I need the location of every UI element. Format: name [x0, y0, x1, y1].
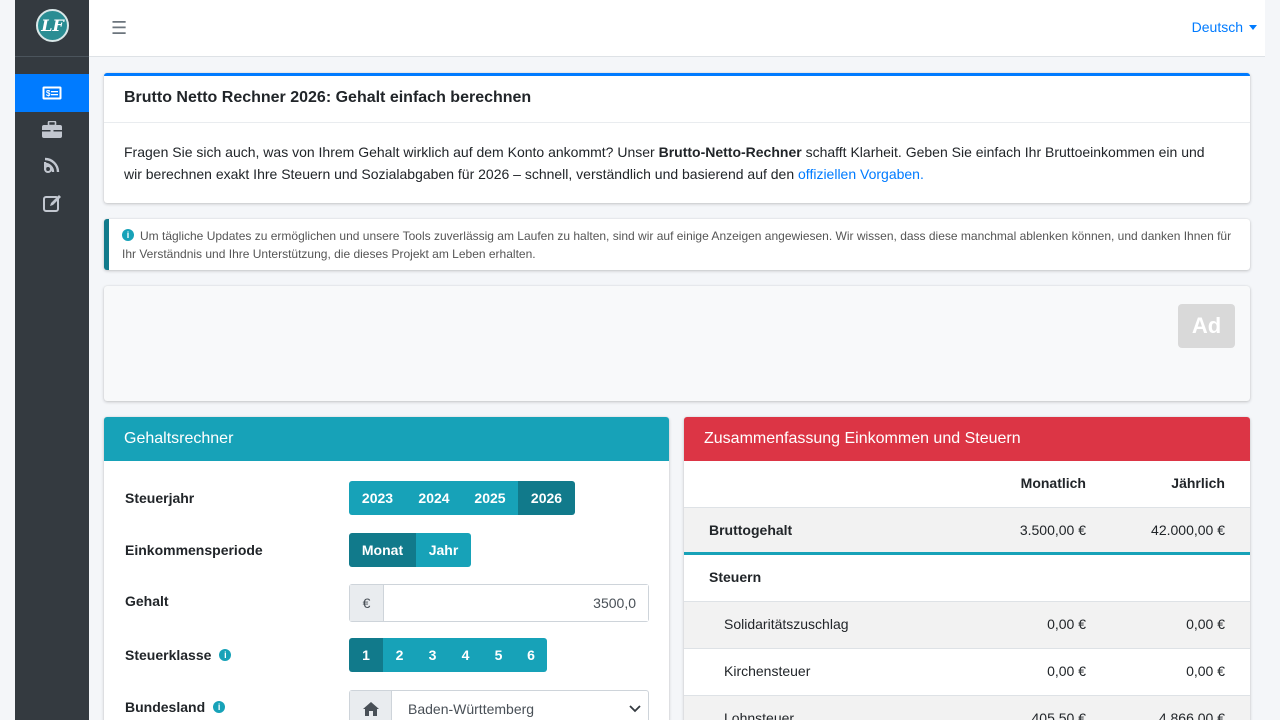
info-circle-icon[interactable]: i — [219, 649, 232, 661]
edit-icon — [42, 194, 61, 212]
ad-icon: Ad — [1178, 304, 1235, 348]
state-selected-value: Baden-Württemberg — [408, 701, 535, 717]
svg-text:$: $ — [46, 89, 51, 98]
briefcase-icon — [42, 120, 62, 138]
caret-down-icon — [1249, 24, 1257, 30]
row-yearly: 4.866,00 € — [1158, 710, 1225, 720]
chevron-down-icon — [622, 691, 648, 720]
home-icon — [350, 691, 392, 720]
salary-input-group: € — [349, 584, 649, 622]
table-row: Lohnsteuer 405,50 € 4.866,00 € — [684, 696, 1250, 720]
income-period-label: Einkommensperiode — [125, 542, 263, 558]
sidebar-item-salary-calculator[interactable]: $ — [15, 74, 89, 112]
ad-placeholder: Ad — [104, 286, 1250, 401]
blog-icon — [44, 157, 60, 173]
right-gutter — [1265, 0, 1280, 720]
salary-label-text: Gehalt — [125, 593, 169, 609]
row-label: Lohnsteuer — [724, 710, 795, 720]
row-label: Kirchensteuer — [724, 663, 811, 679]
gross-salary-yearly: 42.000,00 € — [1151, 522, 1225, 538]
year-2026-button[interactable]: 2026 — [518, 481, 575, 515]
gross-salary-row: Bruttogehalt 3.500,00 € 42.000,00 € — [684, 508, 1250, 555]
language-label: Deutsch — [1191, 19, 1243, 35]
tax-year-label: Steuerjahr — [125, 490, 194, 506]
state-select[interactable]: Baden-Württemberg — [349, 690, 649, 720]
row-yearly: 0,00 € — [1186, 663, 1225, 679]
column-monthly-header: Monatlich — [1020, 475, 1086, 491]
ads-notice-text: Um tägliche Updates zu ermöglichen und u… — [122, 229, 1232, 261]
taxes-section-row: Steuern — [684, 555, 1250, 602]
tax-class-3-button[interactable]: 3 — [416, 638, 449, 672]
sidebar-divider — [15, 56, 89, 57]
gross-salary-label: Bruttogehalt — [709, 522, 793, 538]
salary-input[interactable] — [384, 585, 648, 621]
summary-title: Zusammenfassung Einkommen und Steuern — [684, 417, 1250, 461]
row-label: Solidaritätszuschlag — [724, 616, 849, 632]
intro-paragraph: Fragen Sie sich auch, was von Ihrem Geha… — [124, 141, 1224, 185]
period-year-button[interactable]: Jahr — [416, 533, 471, 567]
sidebar-item-jobs[interactable] — [15, 110, 89, 148]
tax-year-buttons: 2023 2024 2025 2026 — [349, 481, 575, 515]
year-2024-button[interactable]: 2024 — [406, 481, 462, 515]
calculator-title: Gehaltsrechner — [104, 417, 669, 461]
period-month-button[interactable]: Monat — [349, 533, 416, 567]
income-period-buttons: Monat Jahr — [349, 533, 471, 567]
summary-card: Zusammenfassung Einkommen und Steuern Mo… — [684, 417, 1250, 720]
tax-class-6-button[interactable]: 6 — [515, 638, 547, 672]
column-yearly-header: Jährlich — [1171, 475, 1225, 491]
info-circle-icon[interactable]: i — [213, 701, 226, 713]
money-bill-icon: $ — [42, 86, 62, 100]
year-2025-button[interactable]: 2025 — [462, 481, 518, 515]
table-row: Solidaritätszuschlag 0,00 € 0,00 € — [684, 602, 1250, 649]
ads-notice-callout: i Um tägliche Updates zu ermöglichen und… — [104, 219, 1250, 270]
sidebar: LF $ — [15, 0, 89, 720]
intro-text-bold: Brutto-Netto-Rechner — [658, 144, 802, 160]
official-guidelines-link[interactable]: offiziellen Vorgaben. — [798, 166, 924, 182]
state-label: Bundesland i — [125, 699, 226, 715]
tax-class-1-button[interactable]: 1 — [349, 638, 383, 672]
taxes-section-label: Steuern — [709, 569, 762, 585]
language-dropdown[interactable]: Deutsch — [1192, 19, 1257, 35]
brand-logo[interactable]: LF — [36, 9, 69, 42]
state-label-text: Bundesland — [125, 699, 206, 715]
tax-year-label-text: Steuerjahr — [125, 490, 195, 506]
table-row: Kirchensteuer 0,00 € 0,00 € — [684, 649, 1250, 696]
top-navbar: ☰ Deutsch — [89, 0, 1265, 57]
left-gutter — [0, 0, 15, 720]
salary-label: Gehalt — [125, 593, 169, 609]
row-yearly: 0,00 € — [1186, 616, 1225, 632]
page-title: Brutto Netto Rechner 2026: Gehalt einfac… — [124, 89, 532, 106]
tax-class-label-text: Steuerklasse — [125, 647, 212, 663]
euro-icon: € — [350, 585, 384, 621]
intro-divider — [104, 122, 1250, 123]
sidebar-item-edit[interactable] — [15, 184, 89, 222]
tax-class-4-button[interactable]: 4 — [449, 638, 482, 672]
salary-calculator-card: Gehaltsrechner Steuerjahr 2023 2024 2025… — [104, 417, 669, 720]
tax-class-2-button[interactable]: 2 — [383, 638, 416, 672]
row-monthly: 405,50 € — [1031, 710, 1087, 720]
tax-class-label: Steuerklasse i — [125, 647, 232, 663]
summary-table: Monatlich Jährlich Bruttogehalt 3.500,00… — [684, 461, 1250, 720]
gross-salary-monthly: 3.500,00 € — [1019, 522, 1086, 538]
menu-toggle-icon[interactable]: ☰ — [111, 18, 127, 39]
table-header-row: Monatlich Jährlich — [684, 461, 1250, 508]
intro-card: Brutto Netto Rechner 2026: Gehalt einfac… — [104, 73, 1250, 203]
sidebar-item-blog[interactable] — [15, 146, 89, 184]
row-monthly: 0,00 € — [1047, 663, 1086, 679]
intro-text-start: Fragen Sie sich auch, was von Ihrem Geha… — [124, 144, 659, 160]
tax-class-5-button[interactable]: 5 — [482, 638, 515, 672]
year-2023-button[interactable]: 2023 — [349, 481, 406, 515]
tax-class-buttons: 1 2 3 4 5 6 — [349, 638, 547, 672]
income-period-label-text: Einkommensperiode — [125, 542, 263, 558]
row-monthly: 0,00 € — [1047, 616, 1086, 632]
